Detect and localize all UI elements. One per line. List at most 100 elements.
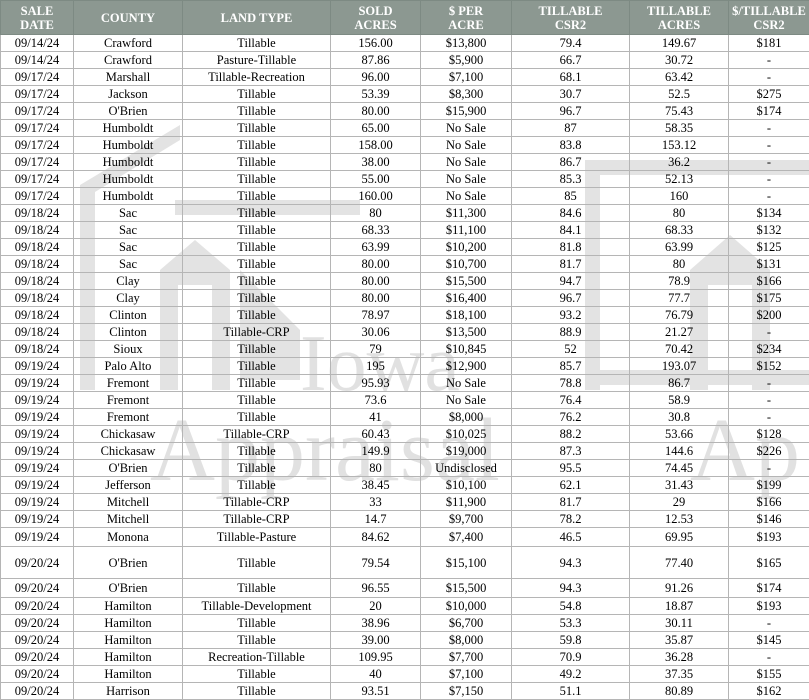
table-cell: - [729,69,809,86]
table-cell: 81.8 [512,239,630,256]
table-cell: 63.99 [630,239,729,256]
table-cell: 76.4 [512,392,630,409]
table-row: 09/19/24O'BrienTillable80Undisclosed95.5… [1,460,809,477]
table-cell: $7,100 [421,666,512,683]
table-row: 09/19/24Palo AltoTillable195$12,90085.71… [1,358,809,375]
table-cell: 87 [512,120,630,137]
table-row: 09/20/24HamiltonRecreation-Tillable109.9… [1,649,809,666]
table-cell: 87.86 [331,52,421,69]
table-cell: Humboldt [74,154,183,171]
table-row: 09/17/24HumboldtTillable38.00No Sale86.7… [1,154,809,171]
table-cell: $15,500 [421,273,512,290]
table-cell: 09/17/24 [1,154,74,171]
table-cell: 59.8 [512,632,630,649]
table-cell: $131 [729,256,809,273]
table-cell: 09/18/24 [1,239,74,256]
table-cell: 80 [331,460,421,477]
table-cell: 09/18/24 [1,307,74,324]
table-cell: O'Brien [74,547,183,579]
table-cell: 51.1 [512,683,630,700]
table-cell: Sac [74,256,183,273]
table-cell: Jackson [74,86,183,103]
table-cell: Humboldt [74,137,183,154]
table-cell: $15,900 [421,103,512,120]
table-row: 09/17/24JacksonTillable53.39$8,30030.752… [1,86,809,103]
table-cell: 66.7 [512,52,630,69]
table-cell: 193.07 [630,358,729,375]
table-cell: 36.2 [630,154,729,171]
table-cell: Tillable [183,443,331,460]
table-row: 09/20/24O'BrienTillable96.55$15,50094.39… [1,579,809,598]
land-sales-table: SALE DATE COUNTY LAND TYPE SOLD ACRES $ … [0,0,809,700]
table-cell: - [729,615,809,632]
header-county: COUNTY [74,1,183,35]
table-cell: 21.27 [630,324,729,341]
table-cell: 96.00 [331,69,421,86]
table-cell: $8,300 [421,86,512,103]
table-cell: 09/17/24 [1,69,74,86]
table-row: 09/20/24O'BrienTillable79.54$15,10094.37… [1,547,809,579]
table-cell: 85 [512,188,630,205]
table-cell: 09/19/24 [1,375,74,392]
table-row: 09/18/24ClayTillable80.00$16,40096.777.7… [1,290,809,307]
table-cell: $193 [729,528,809,547]
table-cell: Chickasaw [74,426,183,443]
table-cell: - [729,409,809,426]
table-cell: 78.97 [331,307,421,324]
table-cell: Tillable-Recreation [183,69,331,86]
table-cell: 30.8 [630,409,729,426]
table-cell: $11,900 [421,494,512,511]
table-row: 09/19/24MitchellTillable-CRP14.7$9,70078… [1,511,809,528]
table-cell: 77.7 [630,290,729,307]
table-cell: No Sale [421,120,512,137]
header-land-type: LAND TYPE [183,1,331,35]
table-cell: 41 [331,409,421,426]
table-cell: Tillable [183,460,331,477]
table-cell: $166 [729,494,809,511]
table-cell: 31.43 [630,477,729,494]
table-cell: - [729,460,809,477]
table-cell: 80.89 [630,683,729,700]
table-cell: Clay [74,273,183,290]
table-cell: Mitchell [74,494,183,511]
table-cell: $174 [729,579,809,598]
table-cell: Tillable [183,188,331,205]
table-cell: - [729,171,809,188]
table-cell: Humboldt [74,171,183,188]
table-cell: Fremont [74,392,183,409]
table-row: 09/19/24MitchellTillable-CRP33$11,90081.… [1,494,809,511]
table-cell: - [729,392,809,409]
table-cell: Harrison [74,683,183,700]
table-cell: $6,700 [421,615,512,632]
table-cell: 195 [331,358,421,375]
table-cell: Sac [74,205,183,222]
table-cell: 80 [630,205,729,222]
table-cell: Hamilton [74,598,183,615]
table-cell: $10,200 [421,239,512,256]
table-cell: Sac [74,239,183,256]
table-cell: 62.1 [512,477,630,494]
table-cell: Tillable [183,632,331,649]
table-cell: 49.2 [512,666,630,683]
table-cell: 30.06 [331,324,421,341]
table-cell: $145 [729,632,809,649]
table-cell: 09/18/24 [1,273,74,290]
table-cell: 91.26 [630,579,729,598]
table-cell: Mitchell [74,511,183,528]
table-cell: 88.2 [512,426,630,443]
header-price-per-acre: $ PER ACRE [421,1,512,35]
table-cell: No Sale [421,154,512,171]
table-cell: O'Brien [74,460,183,477]
table-cell: $7,150 [421,683,512,700]
table-cell: $13,800 [421,35,512,52]
table-cell: 09/19/24 [1,392,74,409]
table-cell: 58.9 [630,392,729,409]
table-row: 09/20/24HamiltonTillable40$7,10049.237.3… [1,666,809,683]
table-cell: - [729,154,809,171]
table-cell: 09/18/24 [1,222,74,239]
table-cell: 09/20/24 [1,632,74,649]
table-row: 09/19/24FremontTillable73.6No Sale76.458… [1,392,809,409]
table-cell: 30.72 [630,52,729,69]
table-cell: Tillable [183,120,331,137]
table-cell: $11,300 [421,205,512,222]
